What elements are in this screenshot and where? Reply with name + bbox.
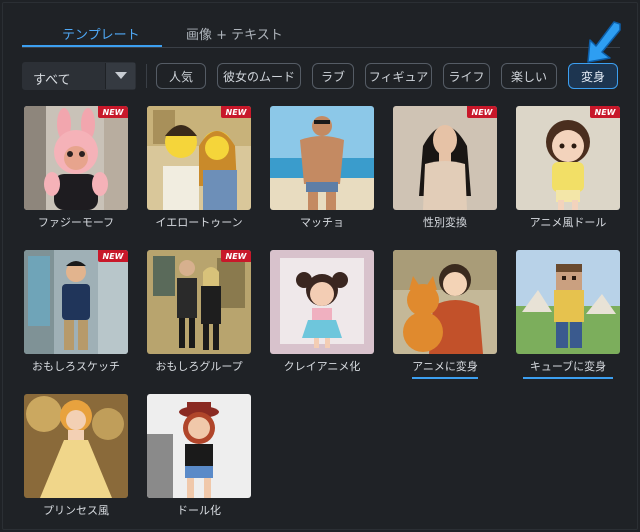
template-thumbnail bbox=[270, 106, 374, 210]
chevron-down-icon[interactable] bbox=[105, 63, 135, 89]
chip-transform[interactable]: 変身 bbox=[568, 63, 618, 89]
template-thumbnail bbox=[24, 394, 128, 498]
new-badge: NEW bbox=[467, 106, 497, 118]
template-thumbnail: NEW bbox=[24, 250, 128, 354]
new-badge: NEW bbox=[221, 106, 251, 118]
new-badge: NEW bbox=[221, 250, 251, 262]
filter-divider bbox=[146, 64, 147, 88]
label-highlight bbox=[412, 377, 478, 379]
pointer-arrow-icon bbox=[587, 21, 621, 63]
template-thumbnail: NEW bbox=[147, 106, 251, 210]
template-label: クレイアニメ化 bbox=[283, 360, 361, 373]
template-thumbnail bbox=[516, 250, 620, 354]
template-card-princess[interactable]: プリンセス風 bbox=[24, 394, 128, 518]
template-thumbnail bbox=[147, 394, 251, 498]
new-badge: NEW bbox=[590, 106, 620, 118]
template-label: アニメに変身 bbox=[412, 360, 478, 373]
category-dropdown[interactable]: すべて bbox=[22, 62, 136, 90]
template-label: イエロートゥーン bbox=[155, 216, 243, 229]
tab-bar: テンプレート 画像 + テキスト bbox=[22, 18, 620, 48]
chip-popular[interactable]: 人気 bbox=[156, 63, 206, 89]
template-card-claymation[interactable]: クレイアニメ化 bbox=[270, 250, 374, 374]
template-card-anime-transform[interactable]: アニメに変身 bbox=[393, 250, 497, 379]
chip-fun[interactable]: 楽しい bbox=[501, 63, 557, 89]
new-badge: NEW bbox=[98, 106, 128, 118]
new-badge: NEW bbox=[98, 250, 128, 262]
template-thumbnail: NEW bbox=[393, 106, 497, 210]
template-label: マッチョ bbox=[300, 216, 344, 229]
template-card-anime-doll[interactable]: NEW アニメ風ドール bbox=[516, 106, 620, 230]
template-label: ドール化 bbox=[177, 504, 221, 517]
template-label: ファジーモーフ bbox=[37, 216, 115, 229]
filter-row: すべて 人気 彼女のムード ラブ フィギュア ライフ 楽しい 変身 bbox=[22, 62, 622, 92]
template-thumbnail: NEW bbox=[516, 106, 620, 210]
tab-image-text[interactable]: 画像 + テキスト bbox=[186, 24, 283, 43]
template-thumbnail: NEW bbox=[147, 250, 251, 354]
template-label: プリンセス風 bbox=[43, 504, 109, 517]
template-card-funny-group[interactable]: NEW おもしろグループ bbox=[147, 250, 251, 374]
template-card-doll[interactable]: ドール化 bbox=[147, 394, 251, 518]
chip-love[interactable]: ラブ bbox=[312, 63, 354, 89]
template-thumbnail: NEW bbox=[24, 106, 128, 210]
template-card-yellow-toon[interactable]: NEW イエロートゥーン bbox=[147, 106, 251, 230]
label-highlight bbox=[523, 377, 613, 379]
active-tab-indicator bbox=[22, 45, 162, 47]
chip-life[interactable]: ライフ bbox=[443, 63, 490, 89]
chip-figure[interactable]: フィギュア bbox=[365, 63, 432, 89]
template-card-cube-transform[interactable]: キューブに変身 bbox=[516, 250, 620, 379]
template-card-funny-sketch[interactable]: NEW おもしろスケッチ bbox=[24, 250, 128, 374]
template-label: アニメ風ドール bbox=[529, 216, 607, 229]
tab-templates[interactable]: テンプレート bbox=[62, 24, 140, 43]
template-card-macho[interactable]: マッチョ bbox=[270, 106, 374, 230]
template-label: 性別変換 bbox=[423, 216, 467, 229]
template-card-gender-swap[interactable]: NEW 性別変換 bbox=[393, 106, 497, 230]
template-thumbnail bbox=[270, 250, 374, 354]
template-label: キューブに変身 bbox=[529, 360, 607, 373]
template-label: おもしろスケッチ bbox=[32, 360, 120, 373]
template-card-fuzzy-morph[interactable]: NEW ファジーモーフ bbox=[24, 106, 128, 230]
template-label: おもしろグループ bbox=[155, 360, 243, 373]
template-thumbnail bbox=[393, 250, 497, 354]
chip-girlfriend-mood[interactable]: 彼女のムード bbox=[217, 63, 301, 89]
dropdown-value: すべて bbox=[33, 73, 71, 88]
